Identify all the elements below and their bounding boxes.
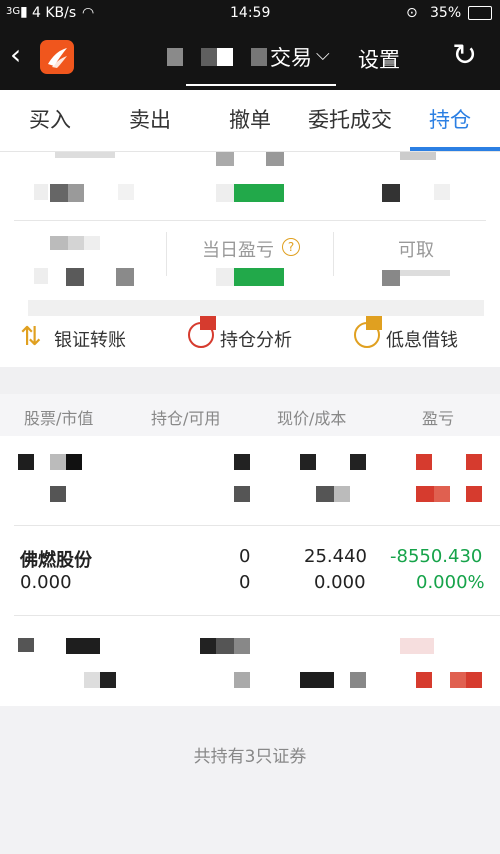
withdrawable-label: 可取 xyxy=(398,240,434,261)
masked-value xyxy=(50,184,68,202)
clock: 14:59 xyxy=(230,5,271,21)
market-value: 0.000 xyxy=(20,572,72,593)
tab-bar: 买入 卖出 撤单 委托成交 持仓 xyxy=(0,90,500,152)
bank-transfer-button[interactable]: 银证转账 xyxy=(54,326,126,352)
lock-rotation-icon: ⊙ xyxy=(406,5,418,21)
masked-label xyxy=(68,236,84,250)
table-row[interactable] xyxy=(0,616,500,706)
low-interest-loan-button[interactable]: 低息借钱 xyxy=(386,326,458,352)
pnl-percent: 0.000% xyxy=(416,572,485,593)
masked-value xyxy=(234,268,284,286)
settings-button[interactable]: 设置 xyxy=(358,44,400,74)
masked-label xyxy=(400,152,436,160)
tab-buy[interactable]: 买入 xyxy=(0,90,100,152)
header-holding: 持仓/可用 xyxy=(151,409,221,428)
header-price: 现价/成本 xyxy=(277,409,347,428)
active-tab-indicator xyxy=(410,147,500,151)
holding-qty: 0 xyxy=(239,546,251,567)
current-price: 25.440 xyxy=(304,546,367,567)
table-row[interactable]: 佛燃股份 0.000 0 0 25.440 0.000 -8550.430 0.… xyxy=(0,526,500,616)
masked-label xyxy=(84,236,100,250)
masked-value xyxy=(216,184,234,202)
back-arrow-icon[interactable]: ‹ xyxy=(10,38,21,71)
divider xyxy=(14,220,486,221)
transfer-icon[interactable]: ⇅ xyxy=(20,322,42,352)
title-underline xyxy=(186,84,336,86)
masked-value xyxy=(34,184,48,200)
masked-value xyxy=(116,268,134,286)
logo-icon xyxy=(48,48,67,68)
signal-bars-icon: ▮ xyxy=(20,4,28,20)
table-row[interactable] xyxy=(0,436,500,526)
masked-label xyxy=(55,152,115,158)
positions-footer: 共持有3只证券 xyxy=(0,706,500,854)
masked-value xyxy=(66,268,84,286)
masked-value xyxy=(434,184,450,200)
holdings-count: 共持有3只证券 xyxy=(193,747,307,767)
chevron-down-icon[interactable]: ⌵ xyxy=(316,44,330,65)
battery-level: 35% xyxy=(430,5,462,21)
stock-name: 佛燃股份 xyxy=(20,550,92,571)
network-speed: 4 KB/s xyxy=(32,5,77,21)
trade-title[interactable]: 交易 xyxy=(270,42,312,72)
masked-value xyxy=(118,184,134,200)
analysis-icon-mask xyxy=(200,316,216,330)
broker-logo xyxy=(40,40,74,74)
daily-pnl-label: 当日盈亏 xyxy=(202,240,274,261)
available-qty: 0 xyxy=(239,572,251,593)
wifi-icon: ◠ xyxy=(82,5,95,21)
masked-value xyxy=(34,268,48,284)
battery-icon xyxy=(468,6,492,20)
help-icon[interactable]: ? xyxy=(282,238,300,256)
divider xyxy=(333,232,334,276)
masked-value xyxy=(234,184,284,202)
masked-value xyxy=(400,270,450,276)
app-header: ‹ 交易 ⌵ 设置 ↻ xyxy=(0,28,500,90)
divider xyxy=(166,232,167,276)
masked-label xyxy=(50,236,68,250)
refresh-icon[interactable]: ↻ xyxy=(452,38,477,73)
position-analysis-button[interactable]: 持仓分析 xyxy=(220,326,292,352)
cost-price: 0.000 xyxy=(314,572,366,593)
masked-value xyxy=(382,270,400,286)
tab-cancel[interactable]: 撤单 xyxy=(200,90,300,152)
positions-table-header: 股票/市值 持仓/可用 现价/成本 盈亏 xyxy=(0,394,500,436)
top-bar: 3G ▮ 4 KB/s ◠ 14:59 ⊙ 35% ‹ 交易 ⌵ 设置 ↻ xyxy=(0,0,500,90)
header-stock: 股票/市值 xyxy=(24,409,94,428)
header-pnl: 盈亏 xyxy=(422,409,455,428)
masked-label xyxy=(266,152,284,166)
account-name-masked xyxy=(167,48,277,68)
tab-positions[interactable]: 持仓 xyxy=(400,90,500,152)
tab-sell[interactable]: 卖出 xyxy=(100,90,200,152)
signal-indicator: 3G xyxy=(6,6,21,17)
masked-value xyxy=(68,184,84,202)
pnl-amount: -8550.430 xyxy=(390,546,483,567)
masked-strip xyxy=(28,300,484,316)
masked-value xyxy=(382,184,400,202)
status-bar: 3G ▮ 4 KB/s ◠ 14:59 ⊙ 35% xyxy=(0,0,500,28)
tab-orders[interactable]: 委托成交 xyxy=(300,90,400,152)
loan-icon-mask xyxy=(366,316,382,330)
masked-label xyxy=(216,152,234,166)
masked-value xyxy=(216,268,234,286)
